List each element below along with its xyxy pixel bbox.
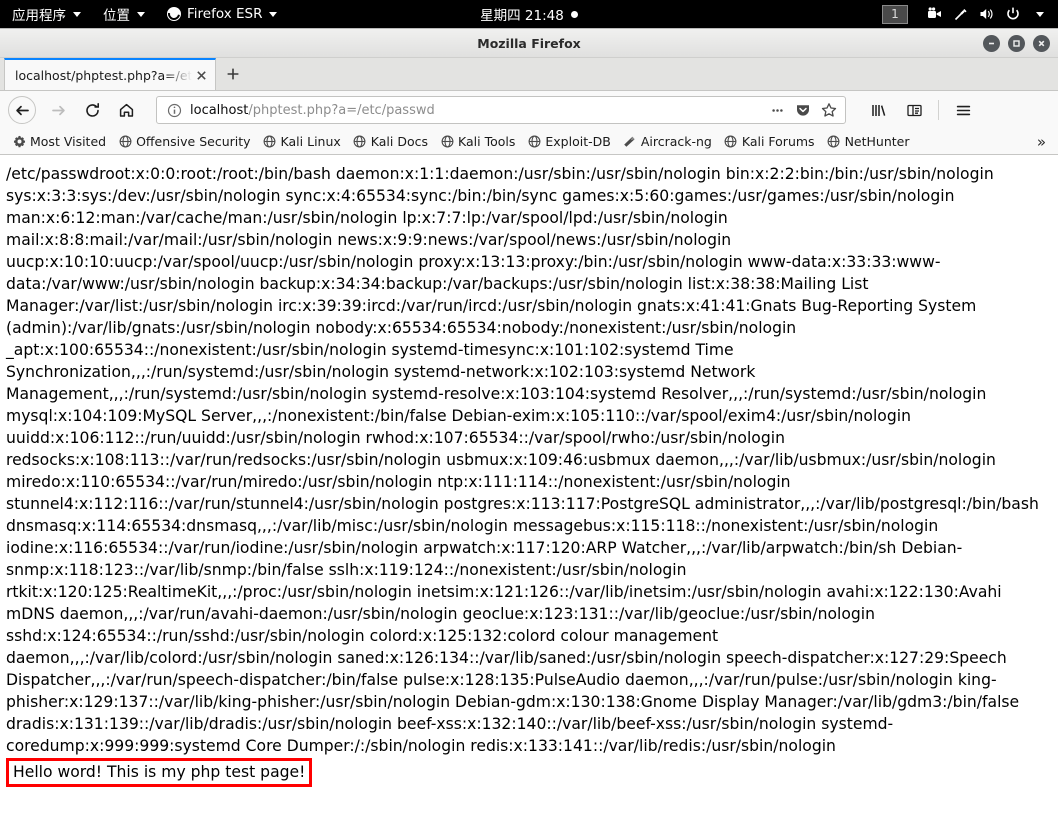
passwd-file-dump: /etc/passwdroot:x:0:0:root:/root:/bin/ba… [6,165,1039,755]
hamburger-menu-icon[interactable] [947,95,979,125]
home-button[interactable] [110,95,142,125]
url-host: localhost [190,102,249,118]
volume-icon[interactable] [974,0,1000,28]
library-icon[interactable] [862,95,894,125]
bookmark-exploit-db[interactable]: Exploit-DB [521,132,616,151]
recording-indicator-icon [570,10,578,18]
bookmark-most-visited[interactable]: Most Visited [6,132,112,151]
bookmark-nethunter[interactable]: NetHunter [821,132,916,151]
bookmark-label: NetHunter [844,134,910,149]
window-controls [983,29,1050,58]
tab-close-icon[interactable] [192,66,210,84]
window-title: Mozilla Firefox [477,35,581,51]
toolbar-divider [938,100,939,120]
firefox-window: Mozilla Firefox localhost/phptest.php?a=… [0,28,1058,837]
reload-button[interactable] [76,95,108,125]
bookmark-label: Exploit-DB [545,134,611,149]
url-bar[interactable]: localhost/phptest.php?a=/etc/passwd [156,96,846,124]
pocket-icon[interactable] [791,98,815,122]
globe-icon [263,135,277,149]
page-actions-icon[interactable] [765,98,789,122]
navigation-toolbar: localhost/phptest.php?a=/etc/passwd [0,91,1058,129]
url-path: /phptest.php?a=/etc/passwd [248,102,435,118]
urlbar-actions [765,98,841,122]
tab-title: localhost/phptest.php?a=/et [15,67,192,83]
bookmark-kali-tools[interactable]: Kali Tools [434,132,521,151]
screen-recorder-icon[interactable] [922,0,948,28]
globe-icon [827,135,841,149]
forward-button[interactable] [42,95,74,125]
bookmark-kali-linux[interactable]: Kali Linux [257,132,347,151]
bookmark-label: Kali Tools [458,134,516,149]
new-tab-button[interactable] [216,58,250,90]
bookmark-label: Kali Forums [741,134,815,149]
chevron-down-icon [1035,11,1044,17]
tab-strip: localhost/phptest.php?a=/et [0,58,1058,91]
network-connector-icon[interactable] [948,0,974,28]
window-titlebar: Mozilla Firefox [0,29,1058,58]
workspace-number: 1 [891,7,899,21]
bookmarks-toolbar: Most Visited Offensive Security Kali Lin… [0,129,1058,155]
firefox-menu[interactable]: Firefox ESR [156,0,288,28]
minimize-button[interactable] [983,35,1000,52]
bookmark-kali-docs[interactable]: Kali Docs [347,132,434,151]
applications-menu-label: 应用程序 [12,8,66,24]
workspace-indicator[interactable]: 1 [882,4,908,24]
globe-icon [440,135,454,149]
bookmark-label: Kali Linux [280,134,341,149]
system-menu-chevron-icon[interactable] [1026,0,1052,28]
globe-icon [724,135,738,149]
bookmark-star-icon[interactable] [817,98,841,122]
firefox-menu-label: Firefox ESR [187,6,263,22]
chevron-down-icon [73,11,81,17]
bookmark-label: Aircrack-ng [640,134,712,149]
maximize-button[interactable] [1008,35,1025,52]
globe-icon [527,135,541,149]
bookmark-aircrack-ng[interactable]: Aircrack-ng [617,132,718,151]
back-button[interactable] [8,96,36,124]
browser-tab[interactable]: localhost/phptest.php?a=/et [4,58,216,90]
bookmark-label: Most Visited [30,134,107,149]
globe-icon [118,135,132,149]
power-icon[interactable] [1000,0,1026,28]
sidebar-icon[interactable] [898,95,930,125]
firefox-logo-icon [167,7,181,21]
chevron-down-icon [269,11,278,17]
chevron-down-icon [137,11,145,17]
bookmark-label: Offensive Security [136,134,251,149]
desktop-top-panel: 应用程序 位置 Firefox ESR 星期四 21:48 1 [0,0,1058,28]
places-menu-label: 位置 [103,8,130,24]
bookmark-kali-forums[interactable]: Kali Forums [718,132,821,151]
bookmark-label: Kali Docs [370,134,429,149]
page-viewport: /etc/passwdroot:x:0:0:root:/root:/bin/ba… [0,155,1058,837]
close-button[interactable] [1033,35,1050,52]
bookmarks-overflow-chevron-icon[interactable]: » [1031,133,1052,151]
gear-icon [12,135,26,149]
applications-menu[interactable]: 应用程序 [0,0,92,28]
places-menu[interactable]: 位置 [92,0,156,28]
page-info-icon[interactable] [165,101,183,119]
bookmark-offensive-security[interactable]: Offensive Security [112,132,256,151]
clock-label[interactable]: 星期四 21:48 [480,4,564,24]
url-text[interactable]: localhost/phptest.php?a=/etc/passwd [190,103,765,118]
system-tray: 1 [882,0,1058,28]
toolbar-right-actions [862,95,979,125]
aircrack-icon [623,135,637,149]
globe-icon [353,135,367,149]
php-hello-message: Hello word! This is my php test page! [6,758,313,787]
